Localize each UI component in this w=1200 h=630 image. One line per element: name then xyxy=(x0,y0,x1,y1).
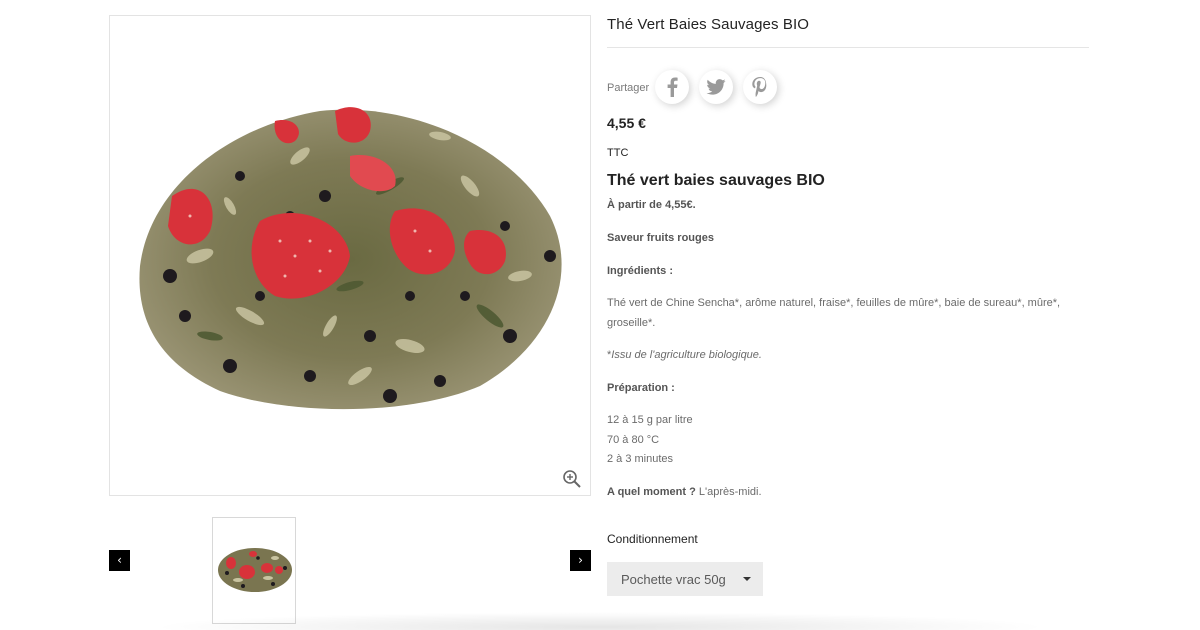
caret-down-icon xyxy=(743,577,751,581)
ingredients-line-2: groseille*. xyxy=(607,317,656,329)
preparation-line: 2 à 3 minutes xyxy=(607,453,674,465)
bottom-shadow xyxy=(150,612,1050,630)
share-label: Partager xyxy=(607,82,650,94)
facebook-icon xyxy=(667,77,678,97)
thumbnail-item[interactable] xyxy=(212,517,296,624)
preparation-label: Préparation : xyxy=(607,382,675,394)
moment-text: A quel moment ? L'après-midi. xyxy=(607,482,762,502)
share-bar: Partager xyxy=(607,70,787,104)
moment-value: L'après-midi. xyxy=(698,486,762,498)
organic-note: *Issu de l'agriculture biologique. xyxy=(607,345,762,365)
product-main-image[interactable] xyxy=(109,15,591,496)
thumbnail-prev-button[interactable]: ‹ xyxy=(109,550,130,571)
organic-note-text: Issu de l'agriculture biologique. xyxy=(611,349,762,361)
tea-thumbnail-image xyxy=(218,548,292,592)
share-pinterest-button[interactable] xyxy=(743,70,778,104)
chevron-right-icon: › xyxy=(578,553,583,567)
pinterest-icon xyxy=(752,77,767,97)
share-twitter-button[interactable] xyxy=(699,70,734,104)
preparation-line: 70 à 80 °C xyxy=(607,434,660,446)
packaging-label: Conditionnement xyxy=(607,532,698,546)
tea-blend-image xyxy=(139,107,562,410)
ingredients-line-1: Thé vert de Chine Sencha*, arôme naturel… xyxy=(607,297,1061,309)
flavor-text: Saveur fruits rouges xyxy=(607,232,714,244)
share-facebook-button[interactable] xyxy=(655,70,690,104)
thumbnail-next-button[interactable]: › xyxy=(570,550,591,571)
chevron-left-icon: ‹ xyxy=(117,553,122,567)
product-heading: Thé vert baies sauvages BIO xyxy=(607,172,825,189)
zoom-in-icon[interactable] xyxy=(562,469,582,489)
starting-price: À partir de 4,55€. xyxy=(607,199,696,211)
twitter-icon xyxy=(706,79,726,95)
tax-label: TTC xyxy=(607,147,629,159)
product-price: 4,55 € xyxy=(607,115,646,131)
ingredients-label: Ingrédients : xyxy=(607,265,674,277)
divider xyxy=(607,47,1089,48)
packaging-selected-value: Pochette vrac 50g xyxy=(621,571,726,587)
moment-label: A quel moment ? xyxy=(607,486,696,498)
preparation-line: 12 à 15 g par litre xyxy=(607,414,693,426)
packaging-select[interactable]: Pochette vrac 50g xyxy=(607,562,763,596)
product-title: Thé Vert Baies Sauvages BIO xyxy=(607,16,809,33)
